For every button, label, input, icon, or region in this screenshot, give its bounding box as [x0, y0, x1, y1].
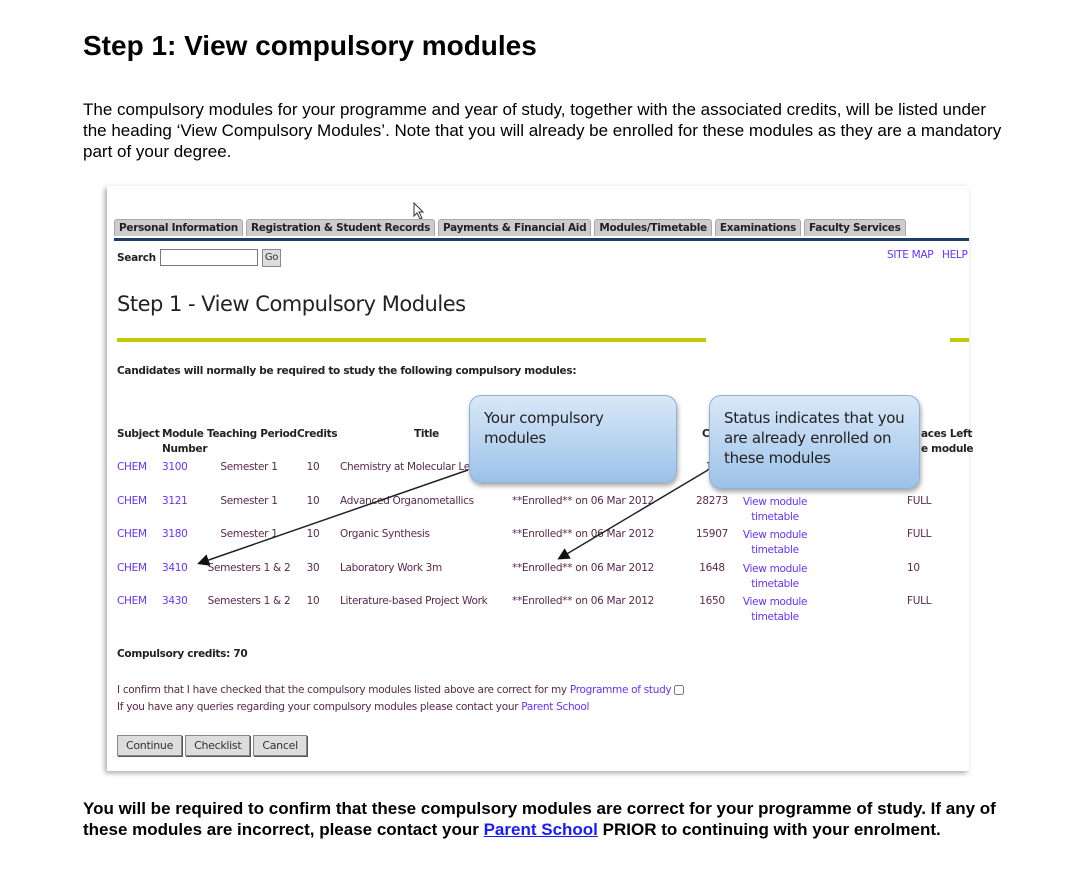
confirm-checkbox[interactable]	[674, 685, 685, 695]
checklist-button[interactable]: Checklist	[185, 735, 251, 756]
programme-of-study-link[interactable]: Programme of study	[570, 684, 672, 696]
confirm-text: I confirm that I have checked that the c…	[117, 684, 570, 696]
continue-button[interactable]: Continue	[117, 735, 183, 756]
outro-text-end: PRIOR to continuing with your enrolment.	[597, 820, 941, 839]
parent-school-link[interactable]: Parent School	[484, 820, 598, 839]
query-text: If you have any queries regarding your c…	[117, 701, 522, 713]
button-row: Continue Checklist Cancel	[117, 735, 307, 756]
arrow-to-status	[557, 469, 709, 560]
outro-paragraph: You will be required to confirm that the…	[83, 798, 1003, 840]
compulsory-credits-total: Compulsory credits: 70	[117, 648, 248, 660]
cancel-button[interactable]: Cancel	[253, 735, 307, 756]
confirm-line: I confirm that I have checked that the c…	[117, 684, 685, 696]
arrow-to-modules	[197, 469, 469, 566]
parent-school-link[interactable]: Parent School	[521, 701, 589, 713]
query-line: If you have any queries regarding your c…	[117, 701, 589, 713]
